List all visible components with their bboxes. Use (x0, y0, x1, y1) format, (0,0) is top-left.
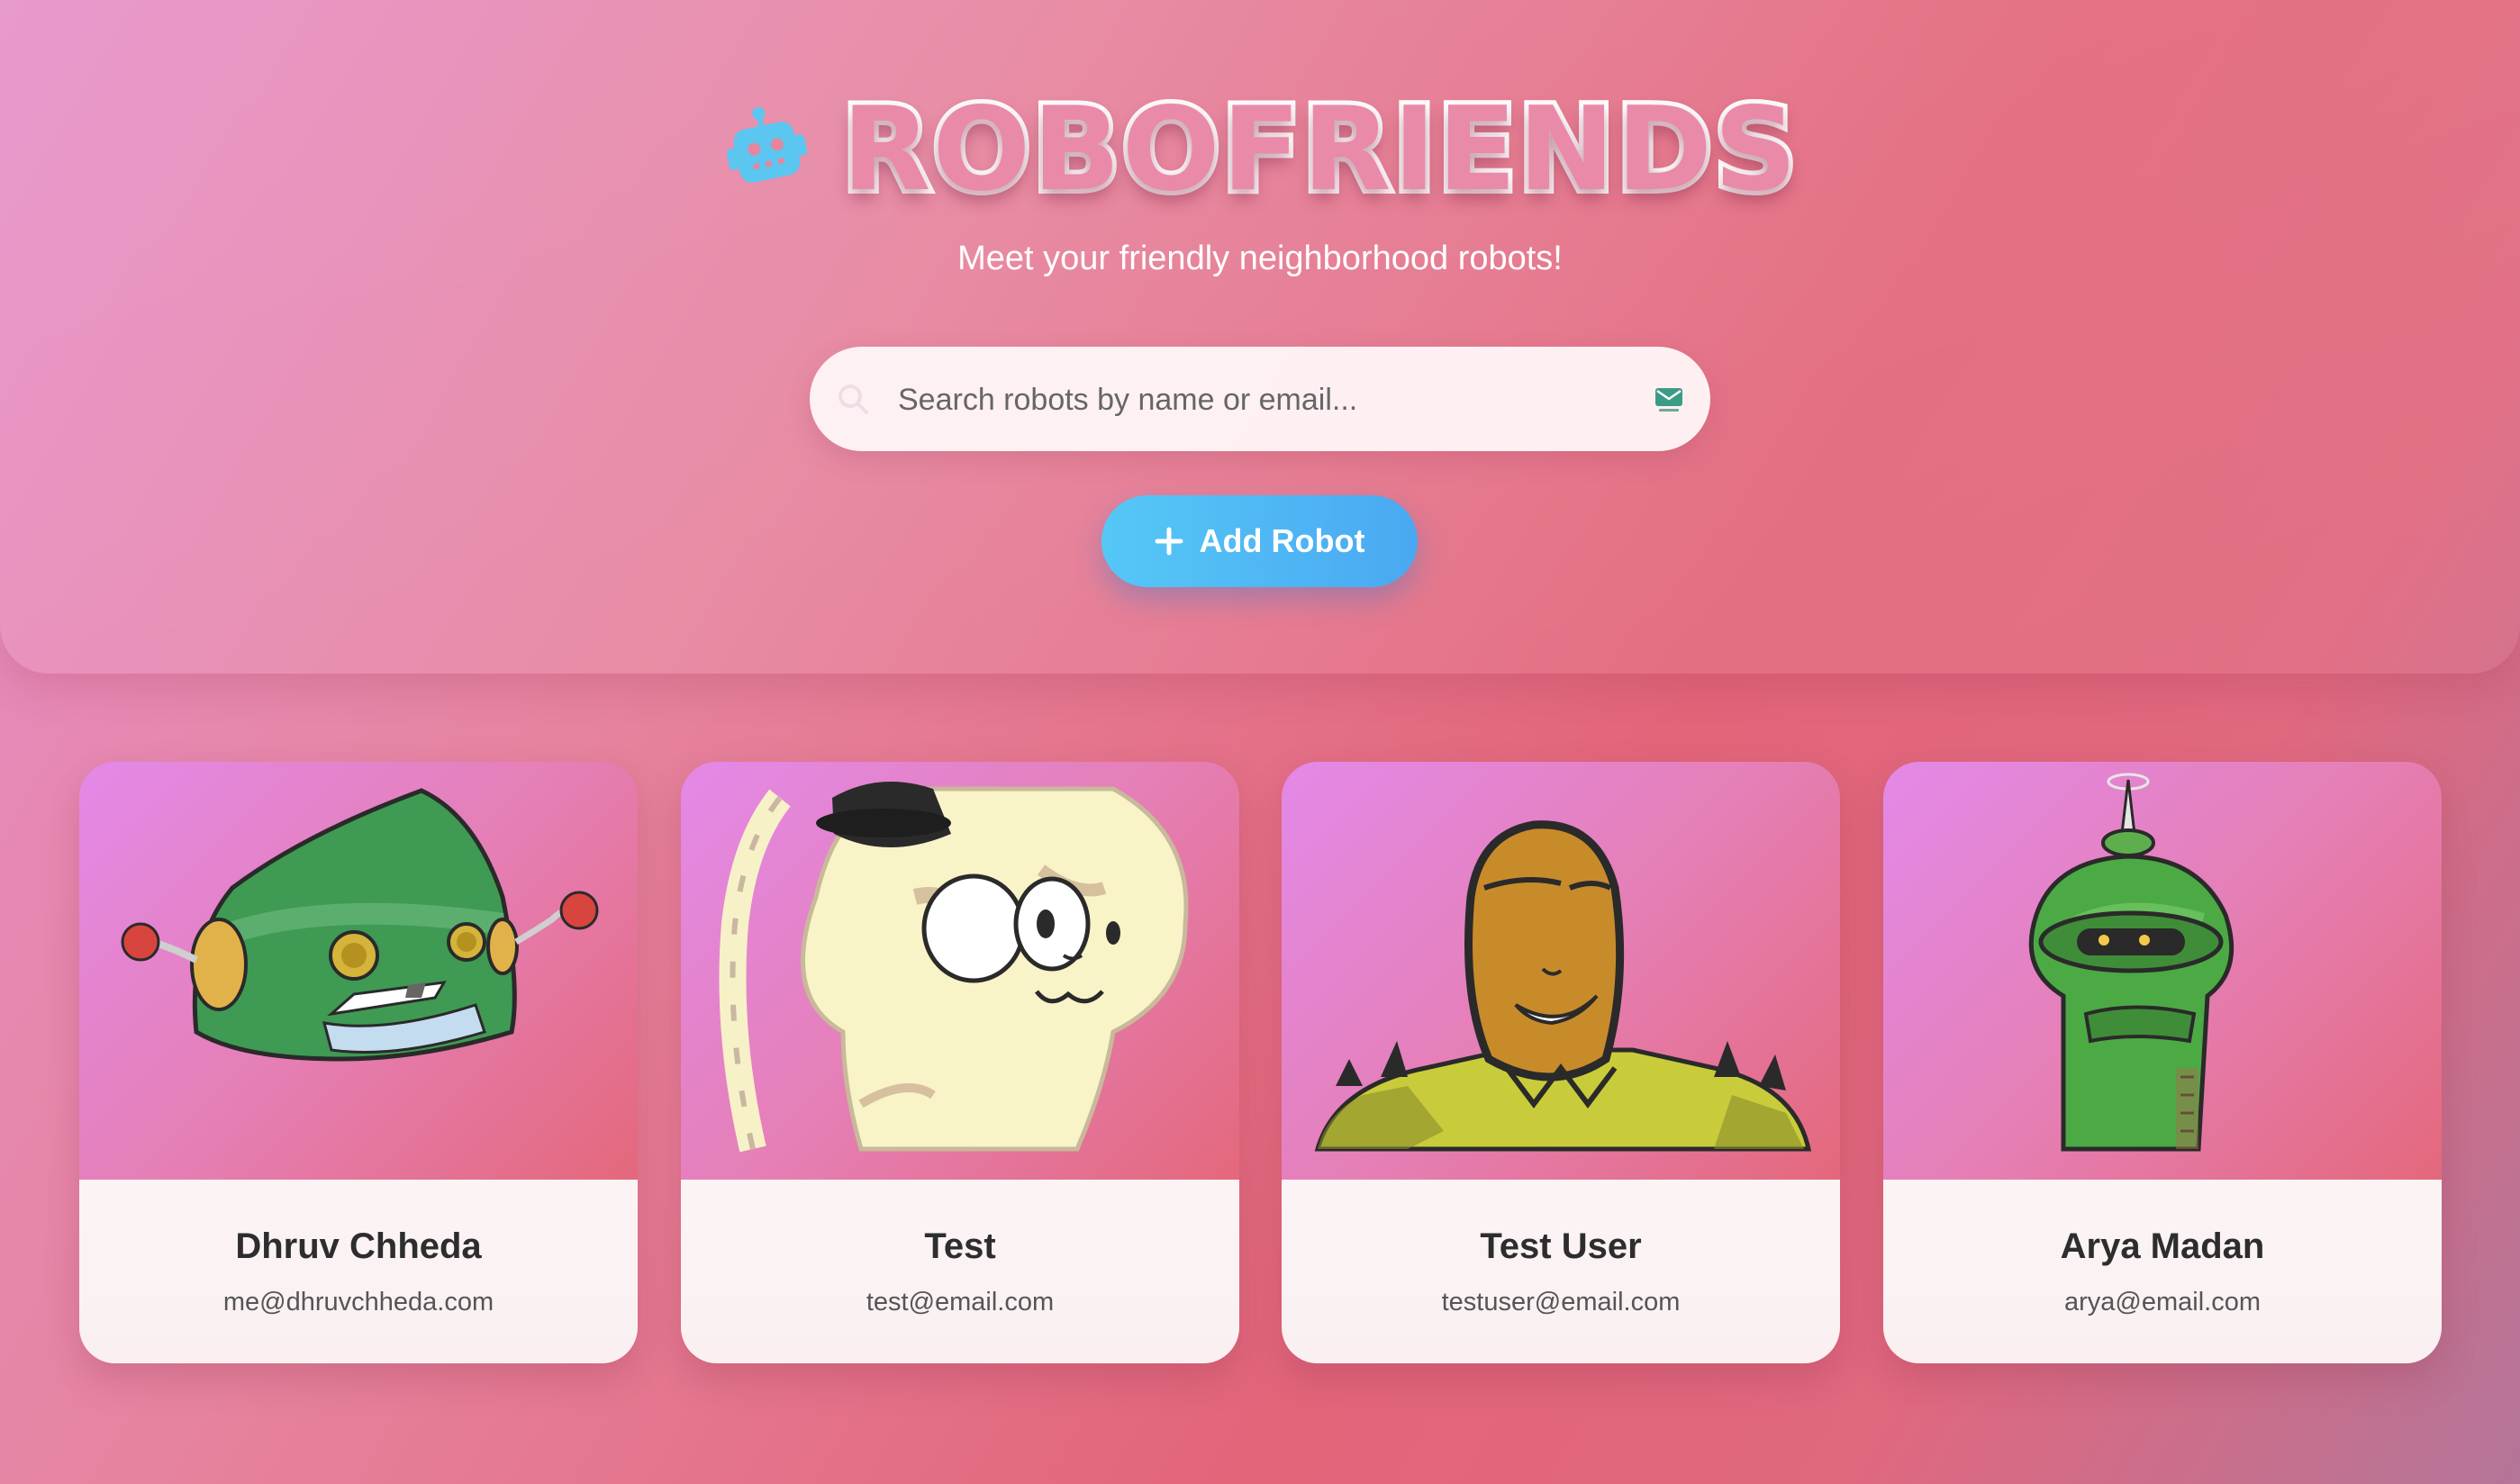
logo-row: ROBOFRIENDS ROBOFRIENDS (0, 78, 2520, 222)
robot-avatar (1282, 762, 1840, 1180)
robot-card-body: Arya Madan arya@email.com (1883, 1180, 2442, 1363)
robot-avatar (79, 762, 638, 1180)
robot-name: Test (924, 1226, 996, 1266)
robot-email: testuser@email.com (1441, 1288, 1681, 1317)
robot-card[interactable]: Arya Madan arya@email.com (1883, 762, 2442, 1363)
robot-avatar (681, 762, 1239, 1180)
robot-name: Dhruv Chheda (235, 1226, 482, 1266)
robot-email: arya@email.com (2064, 1288, 2261, 1317)
page-subtitle: Meet your friendly neighborhood robots! (957, 240, 1563, 277)
header-panel: ROBOFRIENDS ROBOFRIENDS Meet your friend… (0, 0, 2520, 674)
robot-name: Test User (1480, 1226, 1642, 1266)
plus-icon (1155, 527, 1183, 556)
robot-card[interactable]: Test User testuser@email.com (1282, 762, 1840, 1363)
robot-card-body: Dhruv Chheda me@dhruvchheda.com (79, 1180, 638, 1363)
robot-card-list: Dhruv Chheda me@dhruvchheda.com Test tes… (79, 762, 2443, 1363)
robot-email: me@dhruvchheda.com (222, 1288, 494, 1317)
robot-card-body: Test User testuser@email.com (1282, 1180, 1840, 1363)
robot-email: test@email.com (866, 1288, 1055, 1317)
search-input[interactable] (896, 372, 1620, 428)
robot-name: Arya Madan (2060, 1226, 2265, 1266)
search-bar[interactable] (810, 347, 1710, 451)
add-robot-label: Add Robot (1199, 522, 1365, 559)
mail-icon[interactable] (1654, 386, 1683, 413)
robot-icon (726, 106, 807, 183)
search-icon (838, 385, 868, 414)
robot-card[interactable]: Test test@email.com (681, 762, 1239, 1363)
robot-card-body: Test test@email.com (681, 1180, 1239, 1363)
robot-card[interactable]: Dhruv Chheda me@dhruvchheda.com (79, 762, 638, 1363)
app-title-fill: ROBOFRIENDS (841, 83, 1799, 217)
add-robot-button[interactable]: Add Robot (1101, 495, 1418, 587)
app-title: ROBOFRIENDS ROBOFRIENDS (838, 78, 1801, 222)
robot-avatar (1883, 762, 2442, 1180)
